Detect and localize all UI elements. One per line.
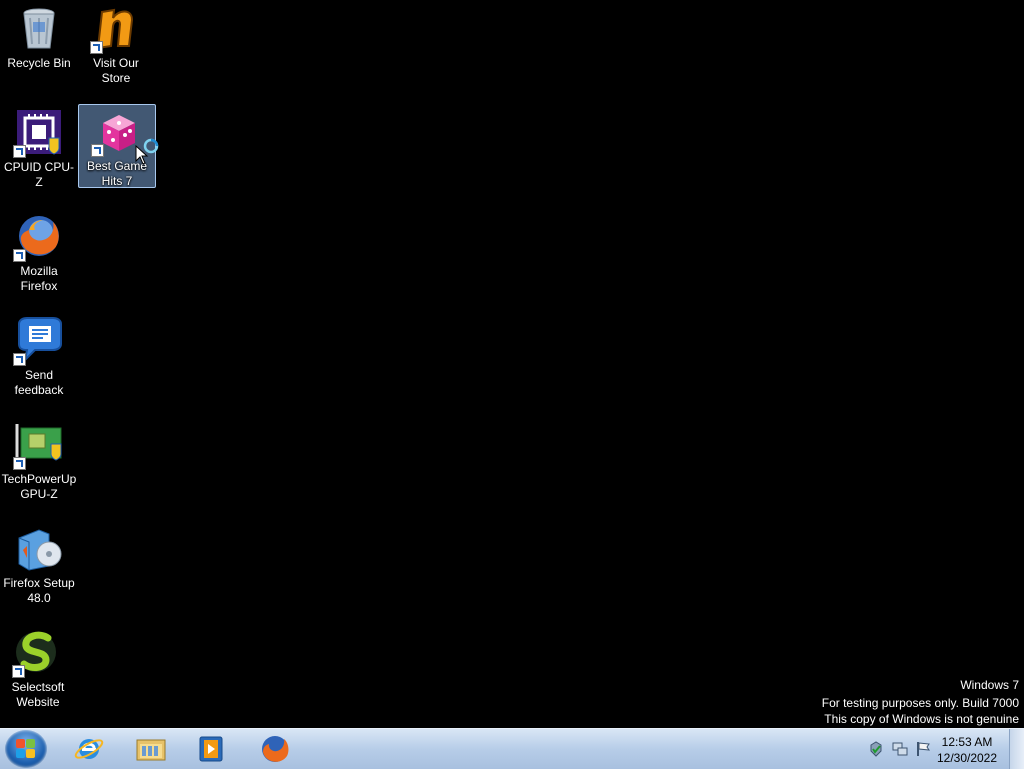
shortcut-arrow-icon bbox=[12, 665, 25, 678]
icon-label: TechPowerUp bbox=[1, 472, 77, 486]
firefox-icon bbox=[13, 212, 63, 262]
shortcut-arrow-icon bbox=[90, 41, 103, 54]
clock[interactable]: 12:53 AM 12/30/2022 bbox=[931, 734, 1003, 766]
desktop-icon-selectsoft-website[interactable]: Selectsoft Website bbox=[0, 626, 76, 710]
shortcut-arrow-icon bbox=[13, 145, 26, 158]
clock-date: 12/30/2022 bbox=[936, 751, 998, 765]
desktop-icon-firefox-setup[interactable]: Firefox Setup 48.0 bbox=[1, 522, 77, 606]
desktop[interactable]: Recycle Bin Visit Our Store CPUID CPU-Z bbox=[0, 0, 1024, 728]
icon-label: CPUID CPU-Z bbox=[3, 160, 74, 189]
store-n-logo-icon bbox=[90, 4, 140, 54]
gpu-z-card-icon bbox=[13, 420, 63, 470]
cpu-z-icon bbox=[13, 108, 63, 158]
icon-label-line2: Firefox bbox=[20, 279, 58, 293]
start-button[interactable] bbox=[5, 730, 47, 768]
desktop-icon-cpuid-cpu-z[interactable]: CPUID CPU-Z bbox=[1, 106, 77, 190]
icon-label-line2: Hits 7 bbox=[101, 174, 133, 188]
recycle-bin-icon bbox=[15, 4, 63, 52]
taskbar: 12:53 AM 12/30/2022 bbox=[0, 728, 1024, 769]
desktop-icon-techpowerup-gpu-z[interactable]: TechPowerUp GPU-Z bbox=[1, 418, 77, 502]
shortcut-arrow-icon bbox=[13, 353, 26, 366]
action-center-flag-icon[interactable] bbox=[915, 741, 931, 757]
show-desktop-button[interactable] bbox=[1009, 729, 1024, 769]
icon-label: Send bbox=[24, 368, 54, 382]
icon-label: Selectsoft bbox=[11, 680, 65, 694]
action-center-shield-icon[interactable] bbox=[868, 741, 884, 757]
desktop-icon-visit-our-store[interactable]: Visit Our Store bbox=[78, 2, 154, 86]
shortcut-arrow-icon bbox=[91, 144, 104, 157]
build-notice-text: For testing purposes only. Build 7000 bbox=[821, 696, 1019, 710]
firefox-icon bbox=[262, 736, 289, 762]
icon-label: Recycle Bin bbox=[7, 56, 71, 70]
selectsoft-s-logo-icon bbox=[12, 628, 62, 678]
desktop-icon-send-feedback[interactable]: Send feedback bbox=[1, 314, 77, 398]
desktop-icon-mozilla-firefox[interactable]: Mozilla Firefox bbox=[1, 210, 77, 294]
icon-label-line2: GPU-Z bbox=[20, 487, 58, 501]
media-player-icon bbox=[199, 736, 223, 762]
taskbar-windows-explorer[interactable] bbox=[124, 731, 178, 767]
taskbar-firefox[interactable] bbox=[248, 731, 302, 767]
icon-label-line2: Website bbox=[16, 695, 60, 709]
installer-box-icon bbox=[15, 524, 63, 572]
icon-label-line2: 48.0 bbox=[27, 591, 51, 605]
windows-logo-icon bbox=[16, 739, 36, 759]
shortcut-arrow-icon bbox=[13, 249, 26, 262]
icon-label-line2: Store bbox=[101, 71, 131, 85]
icon-label: Firefox Setup bbox=[3, 576, 75, 590]
busy-spinner-icon bbox=[143, 138, 159, 154]
windows-version-text: Windows 7 bbox=[960, 678, 1019, 692]
icon-label: Visit Our bbox=[93, 56, 139, 70]
pink-dice-icon bbox=[91, 107, 141, 157]
shortcut-arrow-icon bbox=[13, 457, 26, 470]
icon-label: Mozilla bbox=[20, 264, 58, 278]
clock-time: 12:53 AM bbox=[941, 735, 993, 749]
desktop-icon-recycle-bin[interactable]: Recycle Bin bbox=[1, 2, 77, 71]
icon-label-line2: feedback bbox=[14, 383, 64, 397]
network-icon[interactable] bbox=[892, 741, 908, 757]
windows-explorer-icon bbox=[136, 739, 166, 761]
internet-explorer-icon bbox=[74, 739, 104, 759]
feedback-speech-bubble-icon bbox=[13, 316, 63, 366]
taskbar-internet-explorer[interactable] bbox=[62, 731, 116, 767]
taskbar-media-player[interactable] bbox=[184, 731, 238, 767]
genuine-notice-text: This copy of Windows is not genuine bbox=[824, 712, 1019, 726]
